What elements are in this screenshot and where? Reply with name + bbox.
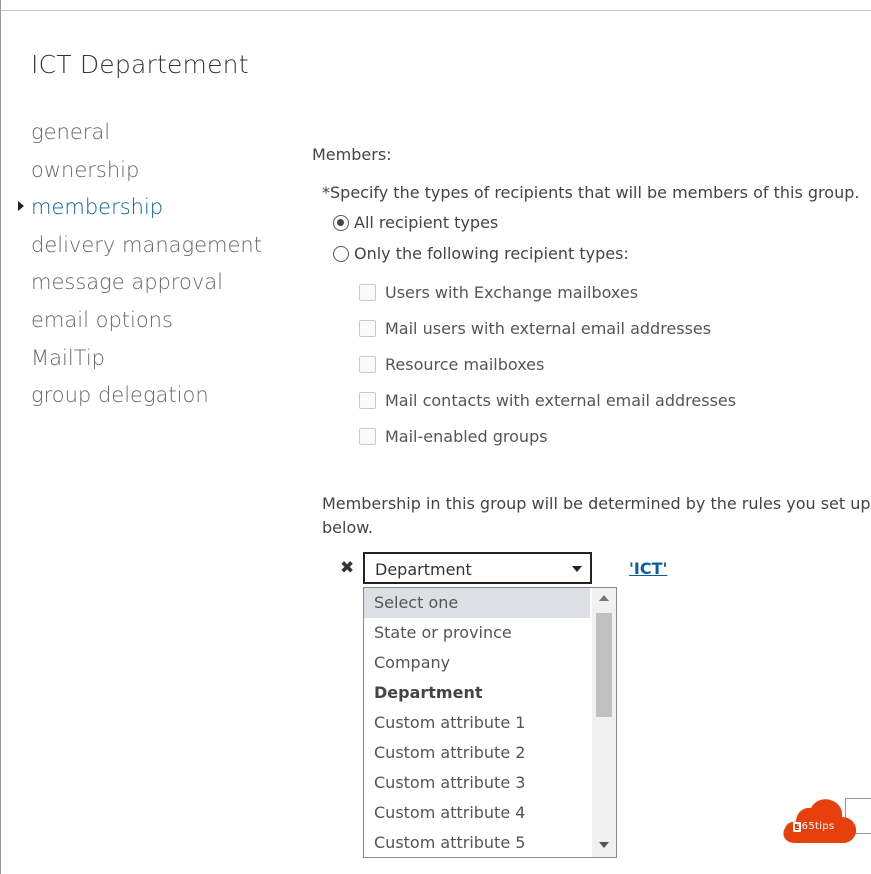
top-divider xyxy=(0,0,871,11)
members-label: Members: xyxy=(312,145,392,164)
watermark-text: 365tips xyxy=(795,821,835,832)
side-nav: general ownership membership delivery ma… xyxy=(31,116,262,417)
dropdown-option-department[interactable]: Department xyxy=(364,678,590,708)
nav-item-ownership[interactable]: ownership xyxy=(31,154,262,192)
checkbox-icon[interactable] xyxy=(359,428,376,445)
active-nav-arrow-icon xyxy=(18,201,24,211)
chevron-down-icon[interactable] xyxy=(572,566,582,572)
nav-item-group-delegation[interactable]: group delegation xyxy=(31,379,262,417)
nav-item-delivery-management[interactable]: delivery management xyxy=(31,229,262,267)
rule-value-link[interactable]: 'ICT' xyxy=(629,559,667,578)
checkbox-label: Mail contacts with external email addres… xyxy=(385,391,737,410)
dropdown-option-custom-attribute-5[interactable]: Custom attribute 5 xyxy=(364,828,590,857)
dropdown-option-state-or-province[interactable]: State or province xyxy=(364,618,590,648)
radio-all-label: All recipient types xyxy=(354,213,499,232)
checkbox-label: Resource mailboxes xyxy=(385,355,545,374)
dropdown-scrollbar[interactable] xyxy=(592,588,616,857)
page-title: ICT Departement xyxy=(31,50,249,79)
checkbox-mail-users-external[interactable]: Mail users with external email addresses xyxy=(359,319,711,338)
left-divider xyxy=(0,0,1,874)
checkbox-mail-contacts-external[interactable]: Mail contacts with external email addres… xyxy=(359,391,736,410)
radio-only-label: Only the following recipient types: xyxy=(354,244,629,263)
dropdown-option-company[interactable]: Company xyxy=(364,648,590,678)
checkbox-mail-enabled-groups[interactable]: Mail-enabled groups xyxy=(359,427,548,446)
dropdown-option-custom-attribute-2[interactable]: Custom attribute 2 xyxy=(364,738,590,768)
rule-attribute-select[interactable]: Department xyxy=(363,552,592,584)
dropdown-option-custom-attribute-3[interactable]: Custom attribute 3 xyxy=(364,768,590,798)
checkbox-icon[interactable] xyxy=(359,284,376,301)
radio-only-following-types[interactable]: Only the following recipient types: xyxy=(333,244,629,263)
dropdown-option-custom-attribute-4[interactable]: Custom attribute 4 xyxy=(364,798,590,828)
radio-checked-icon[interactable] xyxy=(333,214,349,231)
scroll-up-arrow-icon[interactable] xyxy=(599,595,609,601)
nav-item-mailtip[interactable]: MailTip xyxy=(31,342,262,380)
checkbox-label: Users with Exchange mailboxes xyxy=(385,283,639,302)
radio-unchecked-icon[interactable] xyxy=(333,245,349,262)
recipient-types-instruction: *Specify the types of recipients that wi… xyxy=(322,183,860,202)
dropdown-option-select-one[interactable]: Select one xyxy=(364,588,590,618)
nav-item-membership[interactable]: membership xyxy=(31,191,262,229)
nav-item-email-options[interactable]: email options xyxy=(31,304,262,342)
nav-item-general[interactable]: general xyxy=(31,116,262,154)
checkbox-icon[interactable] xyxy=(359,320,376,337)
checkbox-resource-mailboxes[interactable]: Resource mailboxes xyxy=(359,355,544,374)
rule-attribute-selected-value: Department xyxy=(375,560,472,579)
checkbox-label: Mail-enabled groups xyxy=(385,427,548,446)
dropdown-option-custom-attribute-1[interactable]: Custom attribute 1 xyxy=(364,708,590,738)
radio-all-recipient-types[interactable]: All recipient types xyxy=(333,213,498,232)
checkbox-icon[interactable] xyxy=(359,392,376,409)
nav-item-message-approval[interactable]: message approval xyxy=(31,266,262,304)
membership-rules-description: Membership in this group will be determi… xyxy=(322,494,871,537)
checkbox-users-exchange-mailboxes[interactable]: Users with Exchange mailboxes xyxy=(359,283,638,302)
attribute-dropdown-list[interactable]: Select one State or province Company Dep… xyxy=(363,587,617,858)
scrollbar-thumb[interactable] xyxy=(596,613,612,717)
checkbox-icon[interactable] xyxy=(359,356,376,373)
scroll-down-arrow-icon[interactable] xyxy=(599,842,609,848)
checkbox-label: Mail users with external email addresses xyxy=(385,319,712,338)
remove-rule-icon[interactable]: ✖ xyxy=(340,558,354,578)
